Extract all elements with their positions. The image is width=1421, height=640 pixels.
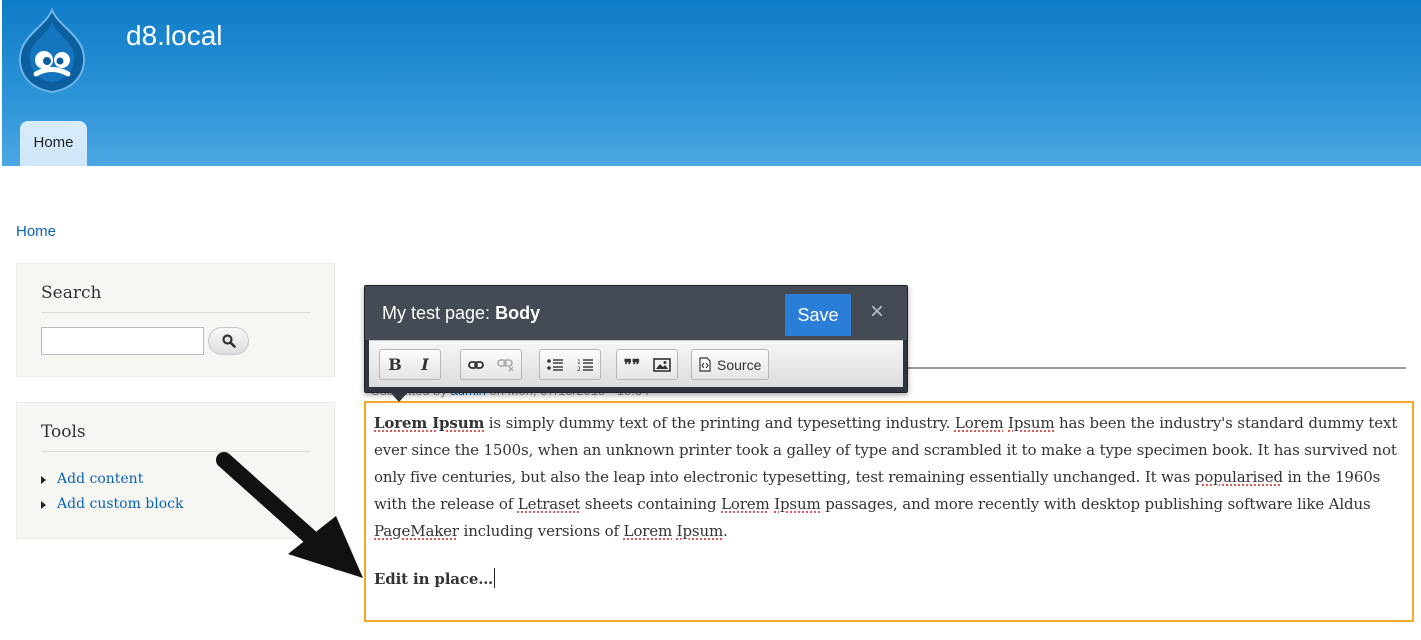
- breadcrumb[interactable]: Home: [16, 223, 56, 240]
- toolbar-pointer: [390, 392, 408, 402]
- search-input[interactable]: [41, 327, 204, 355]
- inline-editor-toolbar: My test page: Body Save × B I 1 2 ❞❞ Sou…: [364, 285, 908, 393]
- source-icon: [699, 357, 711, 372]
- basic-styles-group: B I: [379, 349, 441, 380]
- blocks-group: ❞❞: [616, 349, 678, 380]
- svg-text:1: 1: [577, 359, 581, 366]
- site-name[interactable]: d8.local: [126, 20, 223, 52]
- tools-list: Add content Add custom block: [41, 471, 184, 521]
- body-editor[interactable]: Lorem Ipsum is simply dummy text of the …: [364, 401, 1414, 622]
- source-group: Source: [691, 349, 770, 380]
- numbered-list-icon: 1 2: [577, 359, 593, 372]
- search-button[interactable]: [208, 327, 249, 355]
- editor-format-bar: B I 1 2 ❞❞ Source: [369, 340, 903, 387]
- editor-title: My test page: Body: [382, 303, 541, 323]
- close-icon[interactable]: ×: [864, 297, 890, 327]
- annotation-arrow-icon: [216, 452, 363, 578]
- drupal-drop-icon[interactable]: [14, 8, 90, 94]
- unlink-button[interactable]: [491, 350, 521, 379]
- numbered-list-button[interactable]: 1 2: [570, 350, 600, 379]
- bulleted-list-icon: [547, 358, 563, 371]
- unlink-icon: [497, 358, 514, 371]
- source-label: Source: [717, 356, 762, 373]
- text-caret: [494, 568, 496, 588]
- search-icon: [221, 334, 236, 348]
- tab-home[interactable]: Home: [20, 121, 87, 166]
- link-button[interactable]: [461, 350, 491, 379]
- body-paragraph-1: Lorem Ipsum is simply dummy text of the …: [374, 414, 1398, 540]
- site-header: d8.local Home: [2, 0, 1421, 166]
- editor-header: My test page: Body Save ×: [365, 286, 907, 340]
- search-block: Search: [16, 263, 335, 377]
- search-block-title: Search: [41, 283, 311, 313]
- image-icon: [653, 357, 671, 372]
- source-button[interactable]: Source: [692, 350, 768, 379]
- lists-group: 1 2: [539, 349, 601, 380]
- image-button[interactable]: [647, 350, 677, 379]
- bold-button[interactable]: B: [380, 350, 410, 379]
- svg-text:2: 2: [577, 366, 581, 372]
- link-icon: [468, 360, 484, 369]
- italic-button[interactable]: I: [410, 350, 440, 379]
- bulleted-list-button[interactable]: [540, 350, 570, 379]
- add-content-link[interactable]: Add content: [41, 471, 184, 496]
- save-button[interactable]: Save: [785, 294, 851, 336]
- add-custom-block-link[interactable]: Add custom block: [41, 496, 184, 521]
- body-bold-text: Lorem Ipsum: [374, 414, 485, 432]
- edit-in-place-text: Edit in place…: [374, 570, 494, 588]
- page-title-rule: [906, 367, 1406, 369]
- blockquote-button[interactable]: ❞❞: [617, 350, 647, 379]
- tools-block-title: Tools: [41, 422, 311, 452]
- body-paragraph-2: Edit in place…: [374, 566, 1404, 593]
- links-group: [460, 349, 522, 380]
